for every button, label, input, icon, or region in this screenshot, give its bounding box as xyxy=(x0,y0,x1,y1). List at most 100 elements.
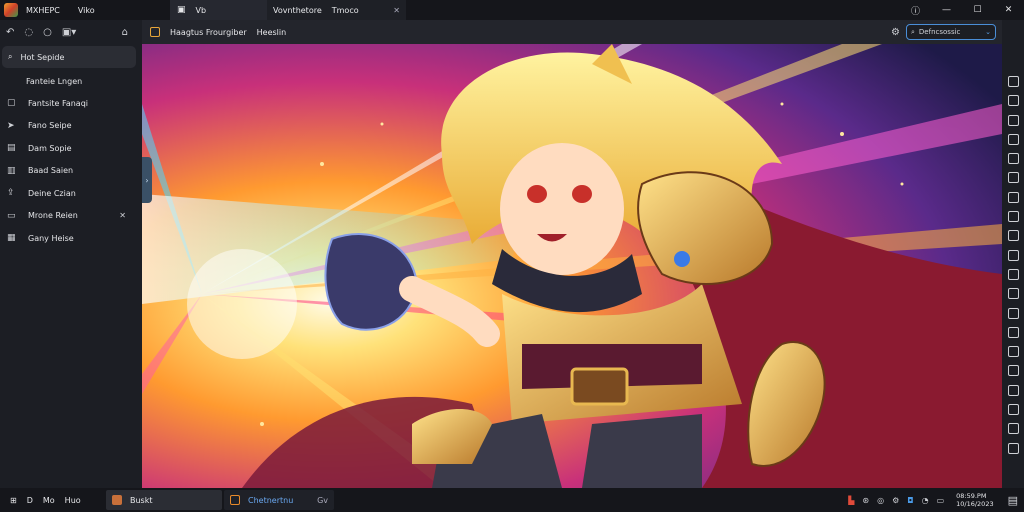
taskbar-app-chetnertnu[interactable]: Chetnertnu Gv xyxy=(224,490,334,510)
app-subtitle: Viko xyxy=(77,5,95,15)
image-viewer[interactable] xyxy=(142,44,1002,488)
tool-icon[interactable] xyxy=(1007,346,1019,358)
search-icon: ⌕ xyxy=(8,52,13,61)
content-title: Haagtus Frourgiber xyxy=(170,27,247,37)
settings-icon[interactable]: ⚙ xyxy=(892,496,899,505)
sidebar-item-fantsite[interactable]: ▢ Fantsite Fanaqi xyxy=(0,92,142,115)
sidebar-item-label: Gany Heise xyxy=(28,233,74,243)
gear-icon[interactable]: ⚙ xyxy=(891,27,900,38)
tool-icon[interactable] xyxy=(1007,442,1019,454)
tool-icon[interactable] xyxy=(1007,191,1019,203)
sidebar-item-label: Deine Czian xyxy=(28,188,76,198)
taskbar-item-mo[interactable]: Mo xyxy=(43,496,55,505)
content-search-input[interactable]: ⌕ Defncsossic ⌄ xyxy=(906,24,996,40)
sidebar-subheading[interactable]: Fanteie Lngen xyxy=(0,70,142,92)
tab-extra: Tmoco xyxy=(331,5,359,15)
taskbar: ⊞ D Mo Huo Buskt Chetnertnu Gv ▙ ⊛ ◎ ⚙ ◘… xyxy=(0,488,1024,512)
search-taskbar-icon[interactable]: D xyxy=(27,496,33,505)
tool-icon[interactable] xyxy=(1007,230,1019,242)
sidebar-item-dam[interactable]: ▤ Dam Sopie xyxy=(0,137,142,160)
taskbar-app-label: Buskt xyxy=(130,495,153,505)
tool-icon[interactable] xyxy=(1007,172,1019,184)
app-tray-icon[interactable]: ◘ xyxy=(907,496,913,505)
tool-icon[interactable] xyxy=(1007,384,1019,396)
sword-icon: ➤ xyxy=(7,120,15,131)
sidebar-item-deine[interactable]: ⇪ Deine Czian xyxy=(0,182,142,205)
taskbar-app-label: Chetnertnu xyxy=(248,495,294,505)
home-icon[interactable]: ⌂ xyxy=(122,27,128,38)
sidebar-item-label: Mrone Reien xyxy=(28,211,78,221)
search-value: Defncsossic xyxy=(918,28,961,36)
app-window: MXHEPC Viko ▣ Vb Vovnthetore Tmoco ✕ ⓘ —… xyxy=(0,0,1024,512)
tool-icon[interactable] xyxy=(1007,153,1019,165)
sidebar: ↶ ◌ ○ ▣▾ ⌂ ⌕ Hot Sepide Fanteie Lngen ▢ … xyxy=(0,20,142,488)
taskbar-app-buskt[interactable]: Buskt xyxy=(106,490,222,510)
info-icon[interactable]: ⓘ xyxy=(900,0,931,20)
chat-icon[interactable]: ◎ xyxy=(877,496,884,505)
battery-icon[interactable]: ▭ xyxy=(937,496,945,505)
sidebar-item-label: Fano Seipe xyxy=(28,121,72,131)
tool-icon[interactable] xyxy=(1007,404,1019,416)
system-tray: ▙ ⊛ ◎ ⚙ ◘ ◔ ▭ 08:59.PM 10/16/2023 ▤ xyxy=(848,488,1024,512)
stack-icon: ▤ xyxy=(7,143,16,154)
title-bar: MXHEPC Viko ▣ Vb Vovnthetore Tmoco ✕ ⓘ —… xyxy=(0,0,1024,20)
document-icon xyxy=(150,27,160,37)
tool-icon[interactable] xyxy=(1007,114,1019,126)
tool-icon[interactable] xyxy=(1007,249,1019,261)
notifications-panel-icon[interactable]: ▤ xyxy=(1008,494,1018,507)
tool-icon[interactable] xyxy=(1007,326,1019,338)
app-icon xyxy=(230,495,240,505)
sidebar-item-label: Fantsite Fanaqi xyxy=(28,98,89,108)
chevron-down-icon[interactable]: ⌄ xyxy=(985,28,991,36)
back-icon[interactable]: ↶ xyxy=(6,27,14,38)
sidebar-search[interactable]: ⌕ Hot Sepide xyxy=(2,46,136,68)
tool-icon[interactable] xyxy=(1007,268,1019,280)
tab-vovnthetore[interactable]: Vovnthetore Tmoco ✕ xyxy=(266,0,406,20)
close-icon[interactable]: ✕ xyxy=(393,6,400,15)
cube-icon: ▢ xyxy=(7,98,16,109)
clock-date: 10/16/2023 xyxy=(956,500,994,508)
upload-icon: ⇪ xyxy=(7,188,15,199)
circle-icon[interactable]: ○ xyxy=(43,27,52,38)
tool-icon[interactable] xyxy=(1007,365,1019,377)
maximize-icon[interactable]: ☐ xyxy=(962,0,993,20)
grid-icon: ▦ xyxy=(7,233,16,244)
sidebar-item-label: Baad Saien xyxy=(28,166,74,176)
sidebar-item-gany[interactable]: ▦ Gany Heise xyxy=(0,227,142,250)
tab-label: Vovnthetore xyxy=(273,5,322,15)
tool-icon[interactable] xyxy=(1007,211,1019,223)
right-toolbar xyxy=(1002,20,1024,488)
search-icon: ⌕ xyxy=(911,27,915,36)
close-icon[interactable]: ✕ xyxy=(119,211,126,220)
tool-icon[interactable] xyxy=(1007,423,1019,435)
folder-icon: ▭ xyxy=(7,210,16,221)
content-header: Haagtus Frourgiber Heeslin ⚙ ⌕ Defncsoss… xyxy=(142,20,1002,44)
taskbar-item-huo[interactable]: Huo xyxy=(65,496,81,505)
window-controls: ⓘ — ☐ ✕ xyxy=(900,0,1024,20)
sidebar-search-label: Hot Sepide xyxy=(20,52,65,62)
network-icon[interactable]: ⊛ xyxy=(862,496,869,505)
sidebar-item-mrone[interactable]: ▭ Mrone Reien ✕ xyxy=(0,205,142,228)
tool-icon[interactable] xyxy=(1007,288,1019,300)
sidebar-item-baad[interactable]: ▥ Baad Saien xyxy=(0,160,142,183)
sidebar-toolbar: ↶ ◌ ○ ▣▾ ⌂ xyxy=(0,20,142,44)
tab-image[interactable]: ▣ Vb xyxy=(170,0,266,20)
taskbar-app-extra: Gv xyxy=(317,495,328,505)
minimize-icon[interactable]: — xyxy=(931,0,962,20)
tool-icon[interactable] xyxy=(1007,95,1019,107)
start-icon[interactable]: ⊞ xyxy=(10,496,17,505)
clock[interactable]: 08:59.PM 10/16/2023 xyxy=(956,492,993,508)
panel-collapse-handle[interactable]: › xyxy=(142,157,152,203)
tool-icon[interactable] xyxy=(1007,76,1019,87)
refresh-icon[interactable]: ◌ xyxy=(24,27,33,38)
image-icon: ▣ xyxy=(177,5,186,15)
clock-time: 08:59.PM xyxy=(956,492,987,500)
tool-icon[interactable] xyxy=(1007,133,1019,145)
notification-icon[interactable]: ▙ xyxy=(848,496,854,505)
content-subtitle: Heeslin xyxy=(256,27,287,37)
sidebar-item-fano[interactable]: ➤ Fano Seipe xyxy=(0,115,142,138)
close-icon[interactable]: ✕ xyxy=(993,0,1024,20)
tool-icon[interactable] xyxy=(1007,307,1019,319)
volume-icon[interactable]: ◔ xyxy=(922,496,929,505)
layout-icon[interactable]: ▣▾ xyxy=(62,27,76,38)
